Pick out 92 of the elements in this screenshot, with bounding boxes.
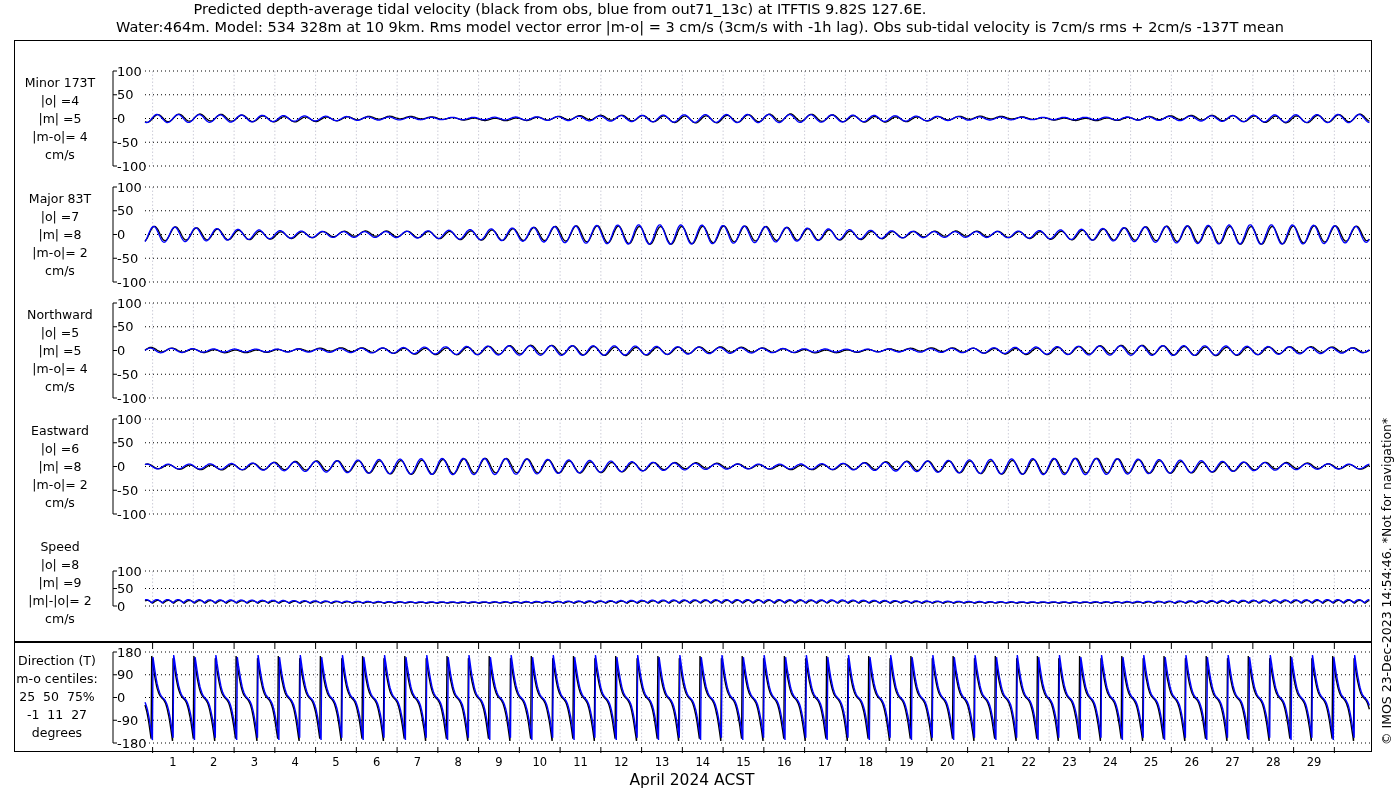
x-tick-label: 11 — [573, 755, 588, 769]
stat-text: m-o centiles: — [15, 670, 99, 688]
y-tick-label: 50 — [116, 87, 134, 103]
y-tick-label: 50 — [116, 581, 134, 596]
stat-text: |o| =7 — [39, 208, 81, 226]
x-tick-label: 4 — [291, 755, 299, 769]
x-tick-label: 8 — [454, 755, 462, 769]
chart-title: Predicted depth-average tidal velocity (black from obs, blue from out71_13c) at ITFTIS 9.82S 127.6E. — [193, 0, 928, 18]
x-tick-label: 7 — [413, 755, 422, 769]
stat-text: |o| =5 — [39, 324, 81, 342]
y-tick-label: 0 — [116, 343, 126, 358]
stat-text: |m-o|= 2 — [31, 476, 89, 494]
y-tick-label: 0 — [116, 598, 126, 614]
x-tick-label: 20 — [939, 755, 955, 769]
y-tick-label: 50 — [116, 203, 134, 219]
panel-title: Speed — [39, 538, 81, 556]
y-tick-label: 100 — [116, 63, 142, 79]
y-tick-label: -50 — [116, 134, 139, 150]
stat-text: |m-o|= 4 — [31, 128, 89, 146]
y-tick-label: -100 — [116, 274, 147, 290]
panel-title: Major 83T — [27, 190, 93, 208]
x-tick-label: 22 — [1021, 755, 1037, 769]
stat-text: |o| =6 — [39, 440, 81, 458]
panel-title: Eastward — [30, 422, 90, 440]
stat-text: |m-o|= 4 — [31, 360, 89, 378]
copyright-text: © IMOS 23-Dec-2023 14:54:46. *Not for navigation* — [1379, 417, 1394, 745]
x-tick-label: 17 — [817, 755, 833, 769]
stat-text: |m| =8 — [37, 226, 83, 244]
y-tick-label: 100 — [116, 179, 142, 195]
x-tick-label: 15 — [736, 755, 751, 769]
stat-text: degrees — [30, 724, 84, 742]
x-tick-label: 3 — [250, 755, 259, 769]
x-tick-label: 5 — [332, 755, 340, 769]
y-tick-label: -90 — [116, 712, 139, 728]
stat-text: 25 50 75% — [18, 688, 96, 706]
y-tick-label: 90 — [116, 667, 134, 683]
stat-text: |o| =4 — [39, 92, 81, 110]
x-tick-label: 12 — [613, 755, 629, 769]
x-tick-label: 19 — [899, 755, 914, 769]
y-tick-label: -50 — [116, 250, 139, 266]
y-tick-label: 100 — [116, 295, 142, 311]
y-tick-label: -50 — [116, 482, 139, 498]
stat-text: |m|-|o|= 2 — [27, 592, 93, 610]
panel-title: Northward — [26, 306, 94, 324]
unit-text: cm/s — [44, 494, 76, 512]
stat-text: |m| =5 — [37, 110, 83, 128]
y-tick-label: -100 — [116, 158, 147, 174]
y-tick-label: 180 — [116, 644, 142, 660]
x-tick-label: 29 — [1306, 755, 1322, 769]
x-tick-label: 9 — [495, 755, 503, 769]
y-tick-label: 50 — [116, 319, 134, 335]
x-tick-label: 18 — [858, 755, 874, 769]
x-tick-label: 6 — [373, 755, 381, 769]
panel-title: Direction (T) — [17, 652, 97, 670]
stat-text: -1 11 27 — [25, 706, 89, 724]
stat-text: |m-o|= 2 — [31, 244, 89, 262]
unit-text: cm/s — [44, 610, 76, 628]
stat-text: |m| =8 — [37, 458, 83, 476]
y-tick-label: -100 — [116, 506, 147, 522]
y-tick-label: 100 — [116, 563, 142, 579]
y-tick-label: 100 — [116, 411, 142, 427]
x-tick-label: 2 — [210, 755, 218, 769]
x-tick-label: 14 — [695, 755, 711, 769]
y-tick-label: -50 — [116, 366, 139, 382]
y-tick-label: -180 — [116, 735, 147, 751]
x-axis-label: April 2024 ACST — [629, 771, 755, 789]
unit-text: cm/s — [44, 378, 76, 396]
y-tick-label: 0 — [116, 459, 126, 474]
stat-text: |o| =8 — [39, 556, 81, 574]
x-tick-label: 25 — [1143, 755, 1159, 769]
unit-text: cm/s — [44, 262, 76, 280]
y-tick-label: 50 — [116, 435, 134, 451]
x-tick-label: 1 — [169, 755, 177, 769]
stat-text: |m| =5 — [37, 342, 83, 360]
chart-subtitle: Water:464m. Model: 534 328m at 10 9km. Rms model vector error |m-o| = 3 cm/s (3cm/s with -1h lag). Obs sub-tidal velocity is 7cm/s rms + 2cm/s -137T mean — [116, 18, 1284, 36]
x-tick-label: 28 — [1265, 755, 1281, 769]
x-tick-label: 21 — [980, 755, 996, 769]
panel-title: Minor 173T — [23, 74, 97, 92]
stat-text: |m| =9 — [37, 574, 83, 592]
y-tick-label: -100 — [116, 390, 147, 406]
y-axis — [112, 570, 118, 607]
x-tick-label: 16 — [776, 755, 792, 769]
y-tick-label: 0 — [116, 227, 126, 242]
x-tick-label: 27 — [1225, 755, 1240, 769]
y-tick-label: 0 — [116, 111, 126, 126]
x-tick-label: 24 — [1102, 755, 1118, 769]
x-tick-label: 13 — [654, 755, 670, 769]
unit-text: cm/s — [44, 146, 76, 164]
x-tick-label: 23 — [1062, 755, 1077, 769]
x-tick-label: 26 — [1184, 755, 1200, 769]
x-tick-label: 10 — [532, 755, 548, 769]
y-tick-label: 0 — [116, 690, 126, 705]
